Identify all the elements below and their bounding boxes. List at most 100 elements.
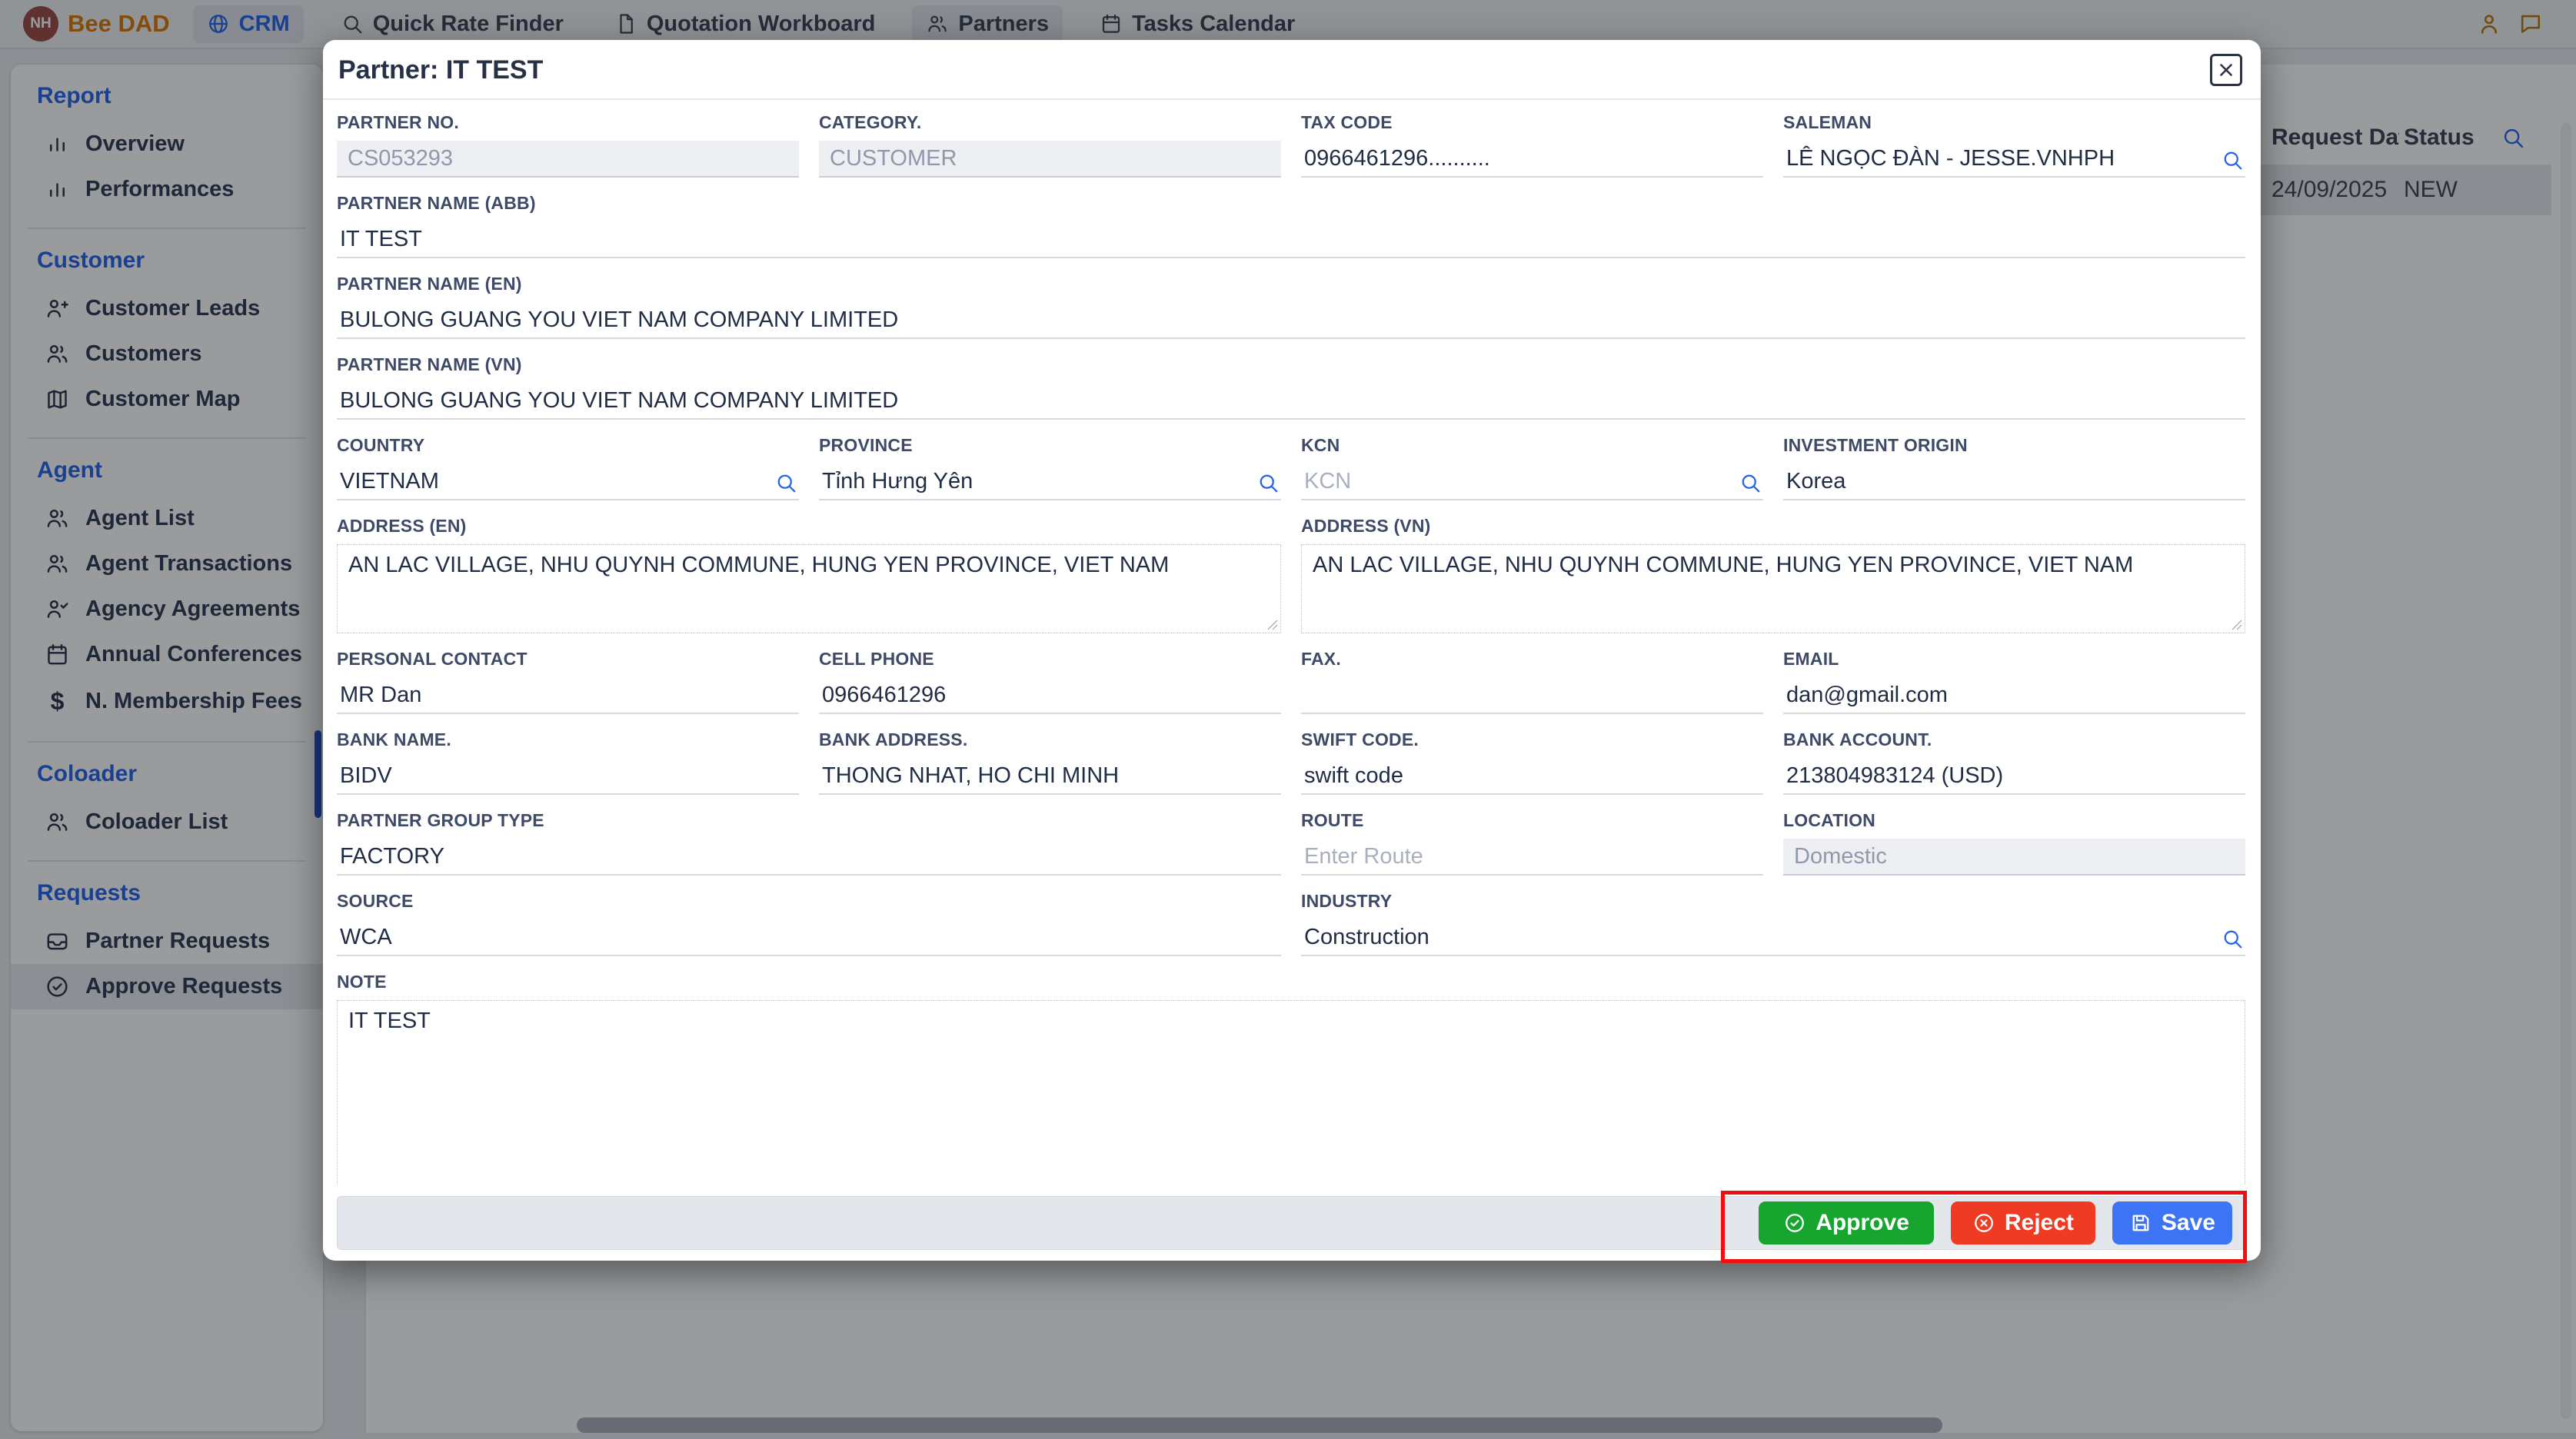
approve-button[interactable]: Approve: [1759, 1201, 1934, 1245]
bank-account-input[interactable]: 213804983124 (USD): [1783, 758, 2245, 795]
field-category: CATEGORY. CUSTOMER: [819, 112, 1281, 178]
resize-handle-icon[interactable]: [2232, 620, 2242, 630]
field-label: BANK ACCOUNT.: [1783, 729, 2245, 750]
field-label: PARTNER GROUP TYPE: [337, 810, 1281, 831]
field-email: EMAIL dan@gmail.com: [1783, 649, 2245, 714]
save-button[interactable]: Save: [2112, 1201, 2232, 1245]
category-input[interactable]: CUSTOMER: [819, 141, 1281, 178]
field-fax: FAX.: [1301, 649, 1763, 714]
field-label: COUNTRY: [337, 435, 799, 456]
field-label: ROUTE: [1301, 810, 1763, 831]
search-icon[interactable]: [1739, 471, 1762, 494]
field-label: PERSONAL CONTACT: [337, 649, 799, 670]
field-label: KCN: [1301, 435, 1763, 456]
field-label: CATEGORY.: [819, 112, 1281, 133]
field-tax-code: TAX CODE 0966461296..........: [1301, 112, 1763, 178]
email-input[interactable]: dan@gmail.com: [1783, 677, 2245, 714]
modal-title: Partner: IT TEST: [338, 55, 543, 85]
resize-handle-icon[interactable]: [1267, 620, 1278, 630]
partner-name-vn-input[interactable]: BULONG GUANG YOU VIET NAM COMPANY LIMITE…: [337, 383, 2245, 420]
field-province: PROVINCE Tỉnh Hưng Yên: [819, 435, 1281, 500]
x-circle-icon: [1972, 1211, 1995, 1235]
province-input[interactable]: Tỉnh Hưng Yên: [819, 464, 1281, 500]
address-en-value: AN LAC VILLAGE, NHU QUYNH COMMUNE, HUNG …: [348, 553, 1169, 577]
close-icon: [2216, 60, 2236, 80]
location-input[interactable]: Domestic: [1783, 839, 2245, 876]
field-bank-name: BANK NAME. BIDV: [337, 729, 799, 795]
field-address-vn: ADDRESS (VN) AN LAC VILLAGE, NHU QUYNH C…: [1301, 516, 2245, 633]
field-cell-phone: CELL PHONE 0966461296: [819, 649, 1281, 714]
saleman-value: LÊ NGỌC ĐÀN - JESSE.VNHPH: [1786, 146, 2115, 171]
field-saleman: SALEMAN LÊ NGỌC ĐÀN - JESSE.VNHPH: [1783, 112, 2245, 178]
field-label: INVESTMENT ORIGIN: [1783, 435, 2245, 456]
tax-code-input[interactable]: 0966461296..........: [1301, 141, 1763, 178]
address-en-textarea[interactable]: AN LAC VILLAGE, NHU QUYNH COMMUNE, HUNG …: [337, 544, 1281, 633]
check-circle-icon: [1783, 1211, 1806, 1235]
field-partner-group-type: PARTNER GROUP TYPE FACTORY: [337, 810, 1281, 876]
field-personal-contact: PERSONAL CONTACT MR Dan: [337, 649, 799, 714]
partner-name-en-input[interactable]: BULONG GUANG YOU VIET NAM COMPANY LIMITE…: [337, 302, 2245, 339]
swift-code-input[interactable]: swift code: [1301, 758, 1763, 795]
saleman-input[interactable]: LÊ NGỌC ĐÀN - JESSE.VNHPH: [1783, 141, 2245, 178]
fax-input[interactable]: [1301, 677, 1763, 714]
field-label: SALEMAN: [1783, 112, 2245, 133]
country-value: VIETNAM: [340, 469, 439, 494]
partner-group-type-input[interactable]: FACTORY: [337, 839, 1281, 876]
field-label: TAX CODE: [1301, 112, 1763, 133]
partner-modal: Partner: IT TEST PARTNER NO. CS053293 CA…: [323, 40, 2261, 1261]
field-label: PROVINCE: [819, 435, 1281, 456]
modal-header: Partner: IT TEST: [323, 40, 2261, 100]
field-label: NOTE: [337, 972, 2245, 992]
field-source: SOURCE WCA: [337, 891, 1281, 956]
field-label: PARTNER NAME (EN): [337, 274, 2245, 294]
field-label: CELL PHONE: [819, 649, 1281, 670]
address-vn-textarea[interactable]: AN LAC VILLAGE, NHU QUYNH COMMUNE, HUNG …: [1301, 544, 2245, 633]
bank-name-input[interactable]: BIDV: [337, 758, 799, 795]
province-value: Tỉnh Hưng Yên: [822, 469, 973, 494]
field-label: PARTNER NAME (VN): [337, 354, 2245, 375]
partner-no-input[interactable]: CS053293: [337, 141, 799, 178]
field-label: LOCATION: [1783, 810, 2245, 831]
note-textarea[interactable]: IT TEST: [337, 1000, 2245, 1185]
close-button[interactable]: [2210, 54, 2242, 86]
country-input[interactable]: VIETNAM: [337, 464, 799, 500]
cell-phone-input[interactable]: 0966461296: [819, 677, 1281, 714]
partner-form: PARTNER NO. CS053293 CATEGORY. CUSTOMER …: [323, 100, 2261, 1185]
field-label: ADDRESS (EN): [337, 516, 1281, 537]
field-note: NOTE IT TEST: [337, 972, 2245, 1185]
app-root: NH Bee DAD CRM Quick Rate Finder Quotati…: [0, 0, 2576, 1439]
field-partner-no: PARTNER NO. CS053293: [337, 112, 799, 178]
route-input[interactable]: Enter Route: [1301, 839, 1763, 876]
field-label: BANK ADDRESS.: [819, 729, 1281, 750]
search-icon[interactable]: [1256, 471, 1280, 494]
field-investment-origin: INVESTMENT ORIGIN Korea: [1783, 435, 2245, 500]
field-location: LOCATION Domestic: [1783, 810, 2245, 876]
search-icon[interactable]: [774, 471, 797, 494]
field-industry: INDUSTRY Construction: [1301, 891, 2245, 956]
approve-button-label: Approve: [1816, 1210, 1909, 1236]
field-label: SOURCE: [337, 891, 1281, 912]
field-partner-name-abb: PARTNER NAME (ABB) IT TEST: [337, 193, 2245, 258]
source-input[interactable]: WCA: [337, 919, 1281, 956]
field-label: BANK NAME.: [337, 729, 799, 750]
search-icon[interactable]: [2221, 148, 2244, 171]
bank-address-input[interactable]: THONG NHAT, HO CHI MINH: [819, 758, 1281, 795]
field-route: ROUTE Enter Route: [1301, 810, 1763, 876]
field-label: ADDRESS (VN): [1301, 516, 2245, 537]
industry-input[interactable]: Construction: [1301, 919, 2245, 956]
personal-contact-input[interactable]: MR Dan: [337, 677, 799, 714]
field-bank-account: BANK ACCOUNT. 213804983124 (USD): [1783, 729, 2245, 795]
kcn-placeholder: KCN: [1304, 469, 1351, 494]
search-icon[interactable]: [2221, 927, 2244, 950]
industry-value: Construction: [1304, 925, 1429, 950]
kcn-input[interactable]: KCN: [1301, 464, 1763, 500]
investment-origin-input[interactable]: Korea: [1783, 464, 2245, 500]
partner-name-abb-input[interactable]: IT TEST: [337, 221, 2245, 258]
address-vn-value: AN LAC VILLAGE, NHU QUYNH COMMUNE, HUNG …: [1313, 553, 2133, 577]
field-bank-address: BANK ADDRESS. THONG NHAT, HO CHI MINH: [819, 729, 1281, 795]
field-address-en: ADDRESS (EN) AN LAC VILLAGE, NHU QUYNH C…: [337, 516, 1281, 633]
field-label: INDUSTRY: [1301, 891, 2245, 912]
reject-button-label: Reject: [2005, 1210, 2074, 1236]
field-country: COUNTRY VIETNAM: [337, 435, 799, 500]
reject-button[interactable]: Reject: [1951, 1201, 2095, 1245]
